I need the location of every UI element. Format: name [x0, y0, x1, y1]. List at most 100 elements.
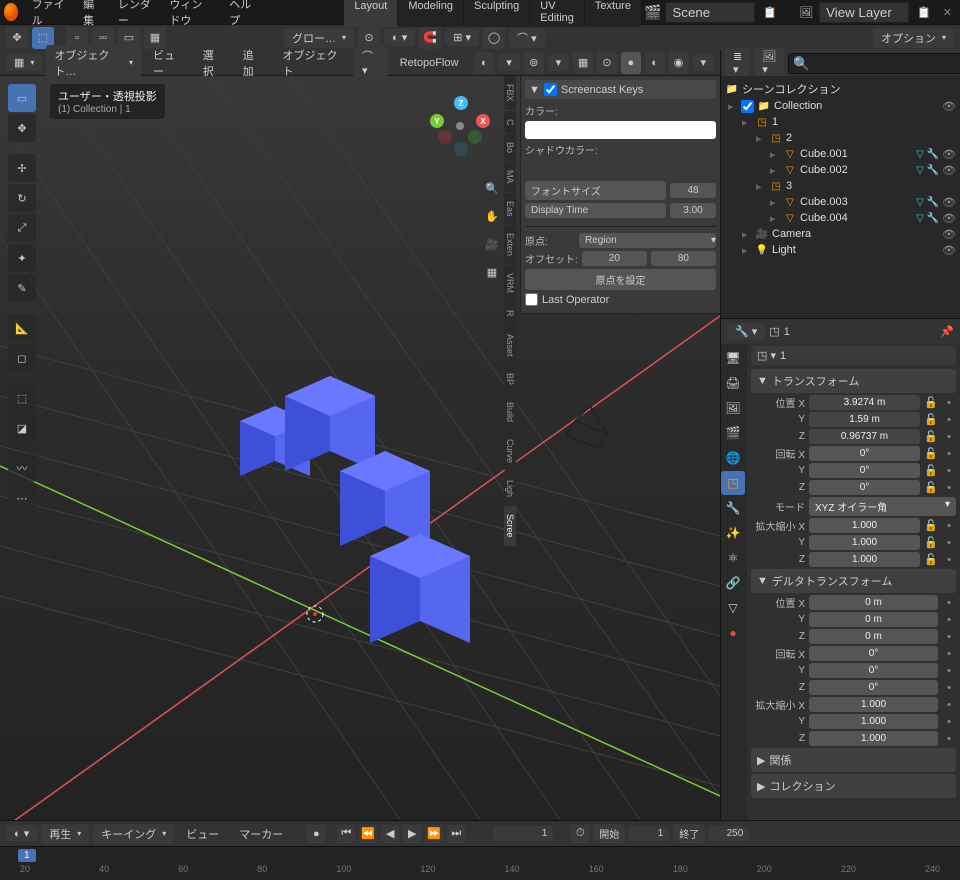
- tab-data-icon[interactable]: ▽: [721, 596, 745, 620]
- disclosure-icon[interactable]: ▸: [770, 164, 780, 177]
- shading-matcap-icon[interactable]: ◐: [645, 52, 665, 74]
- proportional-icon[interactable]: ◯: [483, 27, 505, 49]
- scene-browse-icon[interactable]: 📋: [759, 6, 781, 19]
- section-transform[interactable]: ▼ トランスフォーム: [751, 369, 956, 393]
- dscale-y-field[interactable]: 1.000: [809, 714, 938, 729]
- outliner-search-input[interactable]: [788, 53, 960, 74]
- gizmo-x-icon[interactable]: X: [476, 114, 490, 128]
- tree-row[interactable]: ▸📁Collection👁: [723, 98, 958, 114]
- props-editor-type[interactable]: 🔧 ▾: [727, 323, 765, 340]
- lastop-toggle[interactable]: [525, 293, 538, 306]
- offset-y-field[interactable]: 80: [651, 251, 716, 266]
- npanel-tab[interactable]: Exten: [504, 225, 516, 264]
- play-icon[interactable]: ▶: [403, 825, 421, 843]
- gizmo-z-icon[interactable]: Z: [454, 96, 468, 110]
- jump-end-icon[interactable]: ⏭: [447, 825, 465, 843]
- collapse-icon[interactable]: ▼: [529, 84, 540, 96]
- lock-icon[interactable]: 🔓: [924, 396, 938, 409]
- tree-row[interactable]: ▸◳1: [723, 114, 958, 130]
- lock-icon[interactable]: 🔓: [924, 464, 938, 477]
- menu-help[interactable]: ヘルプ: [221, 0, 262, 31]
- dloc-z-field[interactable]: 0 m: [809, 629, 938, 644]
- scale-y-field[interactable]: 1.000: [809, 535, 920, 550]
- lock-icon[interactable]: 🔓: [924, 430, 938, 443]
- disclosure-icon[interactable]: ▸: [770, 212, 780, 225]
- tab-scene-icon[interactable]: 🎬: [721, 421, 745, 445]
- npanel-tab[interactable]: R: [504, 302, 516, 325]
- pin-icon[interactable]: 📌: [940, 325, 954, 338]
- drot-x-field[interactable]: 0°: [809, 646, 938, 661]
- offset-x-field[interactable]: 20: [582, 251, 647, 266]
- tree-row[interactable]: ▸▽Cube.002▽ 🔧👁: [723, 162, 958, 178]
- modifier-icon[interactable]: ▽ 🔧: [916, 165, 939, 176]
- npanel-tab[interactable]: C: [504, 111, 516, 134]
- tab-modifiers-icon[interactable]: 🔧: [721, 496, 745, 520]
- disclosure-icon[interactable]: ▸: [742, 244, 752, 257]
- tree-row[interactable]: ▸🎥Camera👁: [723, 226, 958, 242]
- lock-icon[interactable]: 🔓: [924, 553, 938, 566]
- nav-gizmo[interactable]: Z X Y: [430, 96, 490, 156]
- gizmo-toggle-icon[interactable]: ◐: [474, 52, 494, 74]
- section-delta[interactable]: ▼ デルタトランスフォーム: [751, 569, 956, 593]
- npanel-tab[interactable]: Asset: [504, 326, 516, 365]
- tool-measure[interactable]: 📐: [8, 314, 36, 342]
- hide-icon[interactable]: 👁: [942, 164, 956, 177]
- tree-row[interactable]: ▸◳3: [723, 178, 958, 194]
- color-field[interactable]: [525, 121, 716, 139]
- rotation-mode-dropdown[interactable]: XYZ オイラー角▾: [809, 497, 956, 516]
- curve-dropdown[interactable]: ⌒ ▾: [354, 46, 388, 79]
- outliner-tree[interactable]: 📁 シーンコレクション ▸📁Collection👁▸◳1▸◳2▸▽Cube.00…: [721, 76, 960, 318]
- tree-row[interactable]: ▸▽Cube.004▽ 🔧👁: [723, 210, 958, 226]
- tab-sculpting[interactable]: Sculpting: [464, 0, 529, 27]
- hide-icon[interactable]: 👁: [942, 228, 956, 241]
- retopoflow-menu[interactable]: RetopoFlow: [392, 54, 467, 72]
- shading-solid-icon[interactable]: ●: [621, 52, 641, 74]
- tree-row[interactable]: ▸▽Cube.001▽ 🔧👁: [723, 146, 958, 162]
- modifier-icon[interactable]: ▽ 🔧: [916, 213, 939, 224]
- cursor-tool-icon[interactable]: ✥: [6, 27, 28, 49]
- fontsize-field[interactable]: 48: [670, 183, 716, 198]
- hide-icon[interactable]: 👁: [942, 244, 956, 257]
- end-frame-field[interactable]: 250: [709, 826, 749, 841]
- hide-icon[interactable]: 👁: [942, 148, 956, 161]
- perspective-toggle-icon[interactable]: ▦: [480, 260, 504, 284]
- disclosure-icon[interactable]: ▸: [770, 196, 780, 209]
- current-frame-field[interactable]: 1: [493, 826, 553, 841]
- disclosure-icon[interactable]: ▸: [728, 100, 738, 113]
- gizmo-neg-y-icon[interactable]: [468, 130, 482, 144]
- tool-select-box[interactable]: ▭: [8, 84, 36, 112]
- outliner-type-dropdown[interactable]: ≣ ▾: [725, 48, 750, 78]
- viewlayer-remove-icon[interactable]: ✕: [939, 6, 956, 19]
- tab-material-icon[interactable]: ●: [721, 621, 745, 645]
- tab-physics-icon[interactable]: ⚛: [721, 546, 745, 570]
- tab-world-icon[interactable]: 🌐: [721, 446, 745, 470]
- npanel-tab[interactable]: Ligh: [504, 472, 516, 505]
- tool-extra-3[interactable]: 〰: [8, 454, 36, 482]
- tree-row-scene-collection[interactable]: 📁 シーンコレクション: [723, 80, 958, 98]
- npanel-tab[interactable]: Scree: [504, 506, 516, 546]
- shadow-color-field[interactable]: [525, 160, 716, 178]
- disclosure-icon[interactable]: ▸: [742, 228, 752, 241]
- lock-icon[interactable]: 🔓: [924, 481, 938, 494]
- disclosure-icon[interactable]: ▸: [770, 148, 780, 161]
- screencast-toggle[interactable]: [544, 83, 557, 96]
- menu-window[interactable]: ウィンドウ: [161, 0, 219, 31]
- npanel-tab[interactable]: Bo: [504, 134, 516, 161]
- gizmo-y-icon[interactable]: Y: [430, 114, 444, 128]
- tab-modeling[interactable]: Modeling: [398, 0, 463, 27]
- section-collection[interactable]: ▶ コレクション: [751, 774, 956, 798]
- gizmo-neg-x-icon[interactable]: [438, 130, 452, 144]
- dscale-z-field[interactable]: 1.000: [809, 731, 938, 746]
- npanel-tab[interactable]: VRM: [504, 265, 516, 301]
- tool-transform[interactable]: ✦: [8, 244, 36, 272]
- keying-menu[interactable]: キーイング: [93, 824, 174, 844]
- options-dropdown[interactable]: オプション: [873, 28, 954, 48]
- snap-type-dropdown[interactable]: ⊞ ▾: [445, 29, 479, 46]
- disclosure-icon[interactable]: ▸: [742, 116, 752, 129]
- tab-layout[interactable]: Layout: [344, 0, 397, 27]
- autokey-toggle[interactable]: ●: [307, 825, 325, 843]
- viewlayer-browse-icon[interactable]: 📋: [913, 6, 935, 19]
- tool-scale[interactable]: ⤢: [8, 214, 36, 242]
- timeline-ruler[interactable]: 1 20406080100120140160180200220240: [0, 846, 960, 880]
- tree-row[interactable]: ▸💡Light👁: [723, 242, 958, 258]
